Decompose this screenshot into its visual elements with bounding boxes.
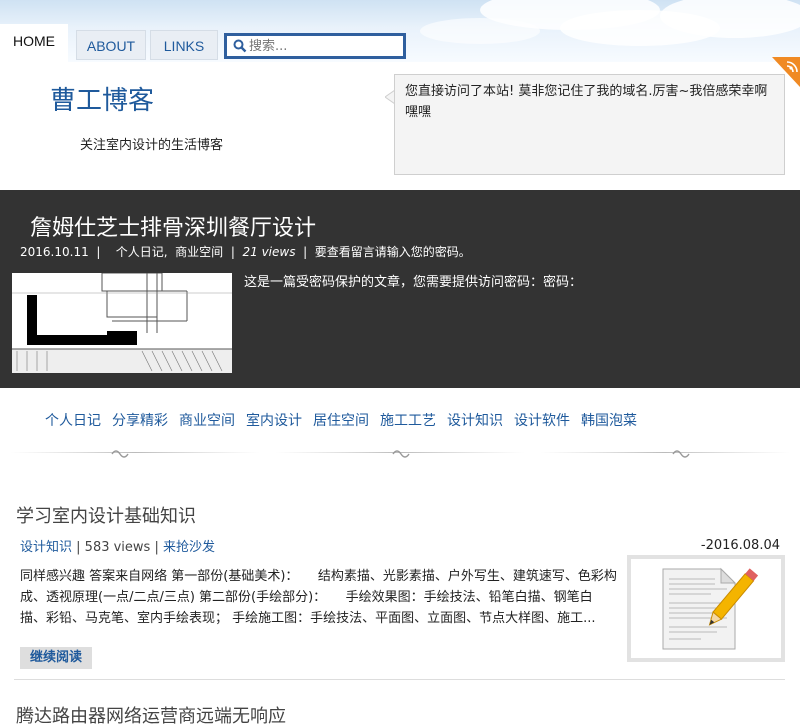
featured-excerpt: 这是一篇受密码保护的文章，您需要提供访问密码：密码：	[244, 275, 583, 290]
search-input[interactable]	[249, 37, 399, 55]
meta-comma: ,	[163, 245, 176, 259]
meta-separator: |	[299, 245, 311, 259]
ornament-divider	[10, 450, 790, 458]
category-link[interactable]: 韩国泡菜	[581, 410, 637, 430]
tab-home[interactable]: HOME	[0, 24, 68, 62]
tab-about[interactable]: ABOUT	[76, 30, 146, 60]
post-separator	[14, 679, 785, 680]
featured-thumbnail[interactable]	[12, 273, 232, 373]
category-nav: 个人日记 分享精彩 商业空间 室内设计 居住空间 施工工艺 设计知识 设计软件 …	[45, 410, 637, 430]
post-title[interactable]: 学习室内设计基础知识	[16, 502, 196, 528]
category-link[interactable]: 分享精彩	[112, 410, 168, 430]
category-link[interactable]: 居住空间	[313, 410, 369, 430]
search-box[interactable]	[224, 33, 406, 59]
post-meta: 设计知识 | 583 views | 来抢沙发	[20, 536, 215, 555]
search-icon	[233, 39, 247, 53]
read-more-button[interactable]: 继续阅读	[20, 647, 92, 669]
meta-separator: |	[154, 540, 163, 555]
next-post-title[interactable]: 腾达路由器网络运营商远端无响应	[16, 702, 286, 727]
category-link[interactable]: 室内设计	[246, 410, 302, 430]
post-comment-link[interactable]: 来抢沙发	[163, 540, 215, 555]
site-tagline: 关注室内设计的生活博客	[80, 138, 224, 153]
site-title[interactable]: 曹工博客	[50, 80, 154, 117]
cad-drawing-image	[12, 273, 232, 373]
category-link[interactable]: 商业空间	[179, 410, 235, 430]
notepad-pencil-image	[662, 567, 759, 650]
post-category-link[interactable]: 设计知识	[20, 540, 72, 555]
tab-links[interactable]: LINKS	[150, 30, 218, 60]
post-thumbnail[interactable]	[627, 555, 785, 662]
post-views: 583 views	[84, 540, 151, 555]
meta-separator: |	[76, 540, 85, 555]
featured-date: 2016.10.11	[20, 245, 89, 259]
featured-category-link[interactable]: 商业空间	[175, 245, 223, 259]
featured-category-link[interactable]: 个人日记	[116, 245, 164, 259]
featured-meta: 2016.10.11 | 个人日记, 商业空间 | 21 views | 要查看…	[20, 243, 471, 260]
featured-post: 詹姆仕芝士排骨深圳餐厅设计 2016.10.11 | 个人日记, 商业空间 | …	[0, 190, 800, 388]
meta-separator: |	[92, 245, 112, 259]
featured-comment-note: 要查看留言请输入您的密码。	[314, 245, 471, 259]
welcome-notice: 您直接访问了本站! 莫非您记住了我的域名.厉害~我倍感荣幸啊 嘿嘿	[394, 74, 785, 175]
meta-separator: |	[227, 245, 239, 259]
category-link[interactable]: 设计知识	[447, 410, 503, 430]
category-link[interactable]: 施工工艺	[380, 410, 436, 430]
post-excerpt: 同样感兴趣 答案来自网络 第一部份(基础美术)： 结构素描、光影素描、户外写生、…	[20, 569, 617, 626]
post-date: -2016.08.04	[700, 538, 780, 553]
featured-views: 21 views	[242, 245, 296, 259]
category-link[interactable]: 个人日记	[45, 410, 101, 430]
featured-title[interactable]: 詹姆仕芝士排骨深圳餐厅设计	[30, 210, 316, 242]
category-link[interactable]: 设计软件	[514, 410, 570, 430]
